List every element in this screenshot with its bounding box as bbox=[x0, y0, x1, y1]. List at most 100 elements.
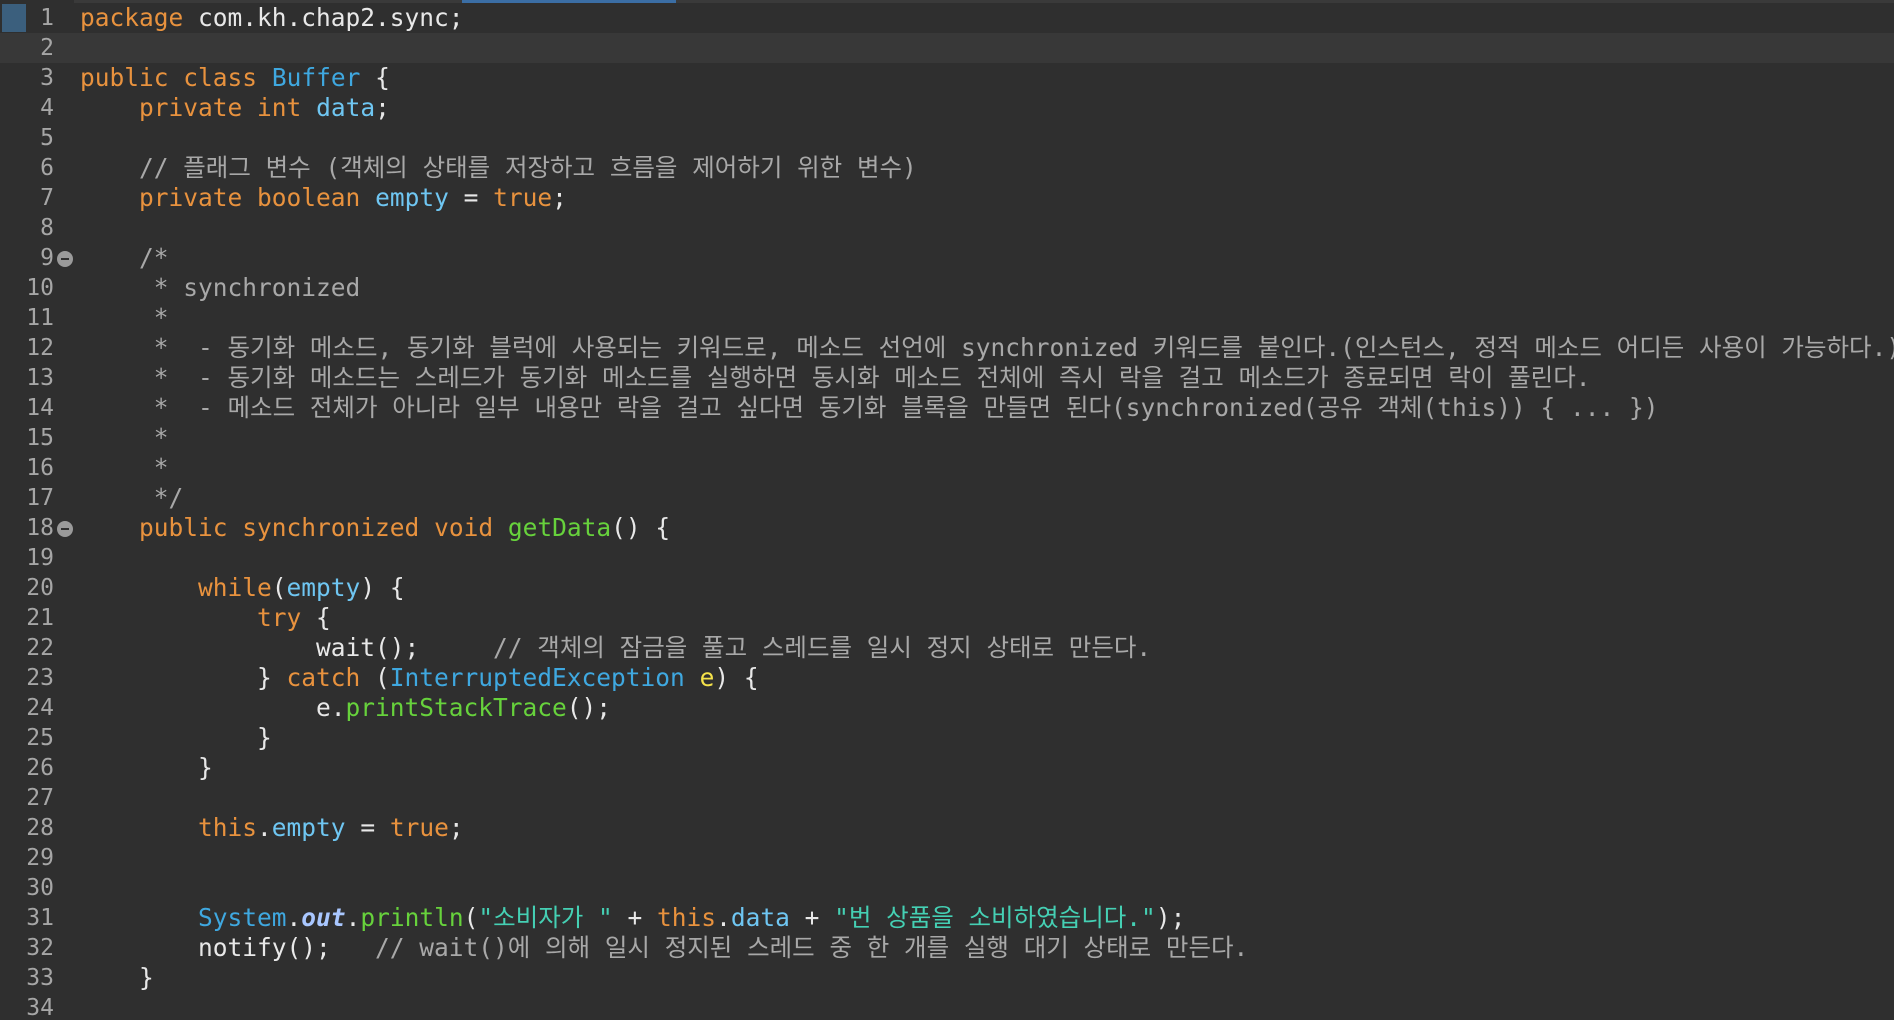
code-line[interactable]: 21 try { bbox=[0, 603, 1894, 633]
code-line[interactable]: 11 * bbox=[0, 303, 1894, 333]
code-line[interactable]: 12 * - 동기화 메소드, 동기화 블럭에 사용되는 키워드로, 메소드 선… bbox=[0, 333, 1894, 363]
code-line[interactable]: 2 bbox=[0, 33, 1894, 63]
code-line[interactable]: 29 bbox=[0, 843, 1894, 873]
code-line[interactable]: 4 private int data; bbox=[0, 93, 1894, 123]
line-number: 14 bbox=[26, 395, 54, 421]
code-token: // wait()에 의해 일시 정지된 스레드 중 한 개를 실행 대기 상태… bbox=[375, 933, 1249, 962]
code-text: public class Buffer { bbox=[80, 63, 390, 93]
code-token: empty bbox=[375, 183, 449, 212]
code-line[interactable]: 26 } bbox=[0, 753, 1894, 783]
code-token: data bbox=[730, 903, 790, 932]
code-token: . bbox=[716, 903, 731, 932]
code-text: * bbox=[80, 303, 169, 333]
line-number: 25 bbox=[26, 725, 54, 751]
code-token: ) { bbox=[714, 663, 759, 692]
code-token: empty bbox=[271, 813, 346, 842]
code-line[interactable]: 9 /* bbox=[0, 243, 1894, 273]
code-line[interactable]: 31 System.out.println("소비자가 " + this.dat… bbox=[0, 903, 1894, 933]
fold-toggle-icon[interactable] bbox=[57, 251, 73, 267]
line-number: 30 bbox=[26, 875, 54, 901]
code-token: } bbox=[80, 663, 287, 692]
code-line[interactable]: 20 while(empty) { bbox=[0, 573, 1894, 603]
code-text: wait(); // 객체의 잠금을 풀고 스레드를 일시 정지 상태로 만든다… bbox=[80, 633, 1151, 663]
code-line[interactable]: 13 * - 동기화 메소드는 스레드가 동기화 메소드를 실행하면 동시화 메… bbox=[0, 363, 1894, 393]
code-token: } bbox=[80, 753, 213, 782]
code-token: Buffer bbox=[271, 63, 361, 92]
code-line[interactable]: 1 package com.kh.chap2.sync; bbox=[0, 3, 1894, 33]
code-text: } bbox=[80, 963, 154, 993]
line-number: 22 bbox=[26, 635, 54, 661]
line-number: 20 bbox=[26, 575, 54, 601]
code-token: notify(); bbox=[80, 933, 376, 962]
line-number: 18 bbox=[26, 515, 54, 541]
code-text: try { bbox=[80, 603, 331, 633]
code-token: getData bbox=[507, 513, 612, 542]
code-line[interactable]: 32 notify(); // wait()에 의해 일시 정지된 스레드 중 … bbox=[0, 933, 1894, 963]
code-line[interactable]: 34 bbox=[0, 993, 1894, 1020]
line-number: 19 bbox=[26, 545, 54, 571]
line-number: 23 bbox=[26, 665, 54, 691]
line-number: 5 bbox=[40, 125, 54, 151]
code-token: class bbox=[183, 63, 258, 92]
code-token: "번 상품을 소비하였습니다." bbox=[834, 903, 1156, 932]
code-token: * - 메소드 전체가 아니라 일부 내용만 락을 걸고 싶다면 동기화 블록을… bbox=[80, 393, 1659, 422]
code-line[interactable]: 14 * - 메소드 전체가 아니라 일부 내용만 락을 걸고 싶다면 동기화 … bbox=[0, 393, 1894, 423]
code-text: e.printStackTrace(); bbox=[80, 693, 611, 723]
code-editor[interactable]: 1 package com.kh.chap2.sync; 2 3 public clas… bbox=[0, 0, 1894, 1020]
code-line[interactable]: 23 } catch (InterruptedException e) { bbox=[0, 663, 1894, 693]
line-number: 24 bbox=[26, 695, 54, 721]
fold-toggle-icon[interactable] bbox=[57, 521, 73, 537]
code-line[interactable]: 6 // 플래그 변수 (객체의 상태를 저장하고 흐름을 제어하기 위한 변수… bbox=[0, 153, 1894, 183]
code-token: ; bbox=[552, 183, 567, 212]
code-token: * bbox=[80, 453, 169, 482]
code-line[interactable]: 27 bbox=[0, 783, 1894, 813]
code-line[interactable]: 24 e.printStackTrace(); bbox=[0, 693, 1894, 723]
code-lines[interactable]: 1 package com.kh.chap2.sync; 2 3 public clas… bbox=[0, 3, 1894, 1020]
code-text: System.out.println("소비자가 " + this.data +… bbox=[80, 903, 1185, 933]
code-text: /* bbox=[80, 243, 169, 273]
code-text: while(empty) { bbox=[80, 573, 405, 603]
code-line[interactable]: 15 * bbox=[0, 423, 1894, 453]
code-text: notify(); // wait()에 의해 일시 정지된 스레드 중 한 개… bbox=[80, 933, 1248, 963]
code-line[interactable]: 3 public class Buffer { bbox=[0, 63, 1894, 93]
code-token: . bbox=[257, 813, 272, 842]
code-line[interactable]: 5 bbox=[0, 123, 1894, 153]
code-line[interactable]: 10 * synchronized bbox=[0, 273, 1894, 303]
code-line[interactable]: 8 bbox=[0, 213, 1894, 243]
code-token: private bbox=[139, 183, 243, 212]
code-token: . bbox=[345, 903, 361, 932]
code-line[interactable]: 19 bbox=[0, 543, 1894, 573]
code-token: private bbox=[139, 93, 243, 122]
code-token: { bbox=[301, 603, 331, 632]
code-token: System bbox=[198, 903, 287, 932]
code-line[interactable]: 7 private boolean empty = true; bbox=[0, 183, 1894, 213]
code-token: ( bbox=[463, 903, 479, 932]
code-token: empty bbox=[286, 573, 361, 602]
code-line[interactable]: 25 } bbox=[0, 723, 1894, 753]
code-line[interactable]: 33 } bbox=[0, 963, 1894, 993]
code-line[interactable]: 16 * bbox=[0, 453, 1894, 483]
line-number: 10 bbox=[26, 275, 54, 301]
code-line[interactable]: 17 */ bbox=[0, 483, 1894, 513]
code-text: * - 동기화 메소드, 동기화 블럭에 사용되는 키워드로, 메소드 선언에 … bbox=[80, 333, 1894, 363]
code-line[interactable]: 18 public synchronized void getData() { bbox=[0, 513, 1894, 543]
code-line[interactable]: 22 wait(); // 객체의 잠금을 풀고 스레드를 일시 정지 상태로 … bbox=[0, 633, 1894, 663]
code-line[interactable]: 30 bbox=[0, 873, 1894, 903]
code-token: int bbox=[257, 93, 302, 122]
code-text: */ bbox=[80, 483, 184, 513]
code-token: ( bbox=[271, 573, 287, 602]
code-token: println bbox=[360, 903, 464, 932]
code-line[interactable]: 28 this.empty = true; bbox=[0, 813, 1894, 843]
code-token: true bbox=[389, 813, 449, 842]
code-token: + bbox=[612, 903, 658, 932]
code-token: true bbox=[493, 183, 553, 212]
